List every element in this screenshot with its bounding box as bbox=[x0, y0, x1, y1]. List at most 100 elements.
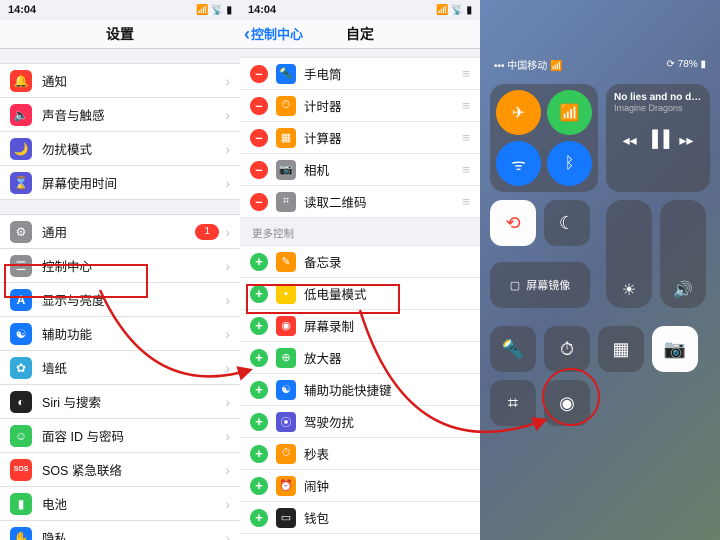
settings-row[interactable]: ☯辅助功能› bbox=[0, 316, 240, 350]
control-row[interactable]: +⊕放大器 bbox=[240, 341, 480, 373]
row-icon: 🌙 bbox=[10, 138, 32, 160]
chevron-icon: › bbox=[225, 141, 230, 157]
brightness-slider[interactable]: ☀ bbox=[606, 200, 652, 308]
remove-button[interactable]: – bbox=[250, 129, 268, 147]
row-icon: 📷 bbox=[276, 160, 296, 180]
row-label: 钱包 bbox=[304, 508, 470, 527]
prev-icon[interactable]: ◂◂ bbox=[623, 132, 637, 149]
chevron-icon: › bbox=[225, 326, 230, 342]
add-button[interactable]: + bbox=[250, 253, 268, 271]
row-icon: ⊕ bbox=[276, 348, 296, 368]
control-row[interactable]: –▦计算器≡ bbox=[240, 121, 480, 153]
row-icon: 🔦 bbox=[276, 64, 296, 84]
add-button[interactable]: + bbox=[250, 509, 268, 527]
control-row[interactable]: +⦿驾驶勿扰 bbox=[240, 405, 480, 437]
settings-row[interactable]: ⌛屏幕使用时间› bbox=[0, 165, 240, 200]
camera[interactable]: 📷 bbox=[652, 326, 698, 372]
settings-row[interactable]: 🔔通知› bbox=[0, 63, 240, 97]
control-row[interactable]: +◐深色模式 bbox=[240, 533, 480, 540]
back-button[interactable]: 控制中心 bbox=[244, 20, 303, 49]
cellular-toggle[interactable]: 📶 bbox=[547, 90, 592, 135]
row-label: 勿扰模式 bbox=[42, 139, 225, 158]
row-label: 通知 bbox=[42, 71, 225, 90]
section-header-more: 更多控制 bbox=[240, 218, 480, 245]
volume-slider[interactable]: 🔊 bbox=[660, 200, 706, 308]
drag-handle-icon[interactable]: ≡ bbox=[462, 162, 470, 177]
row-icon: ⏱ bbox=[276, 96, 296, 116]
row-icon: ⌛ bbox=[10, 172, 32, 194]
control-row[interactable]: –⌗读取二维码≡ bbox=[240, 185, 480, 218]
row-icon: ⏰ bbox=[276, 476, 296, 496]
row-label: 计时器 bbox=[304, 96, 458, 115]
remove-button[interactable]: – bbox=[250, 161, 268, 179]
row-label: 声音与触感 bbox=[42, 105, 225, 124]
status-time: 14:04 bbox=[248, 4, 276, 16]
drag-handle-icon[interactable]: ≡ bbox=[462, 98, 470, 113]
row-icon: ⚙ bbox=[10, 221, 32, 243]
control-row[interactable]: +☯辅助功能快捷键 bbox=[240, 373, 480, 405]
airplane-toggle[interactable]: ✈ bbox=[496, 90, 541, 135]
settings-row[interactable]: ✿墙纸› bbox=[0, 350, 240, 384]
chevron-icon: › bbox=[225, 224, 230, 240]
settings-row[interactable]: A显示与亮度› bbox=[0, 282, 240, 316]
settings-row[interactable]: ✋隐私› bbox=[0, 520, 240, 540]
settings-row[interactable]: ☰控制中心› bbox=[0, 248, 240, 282]
row-label: 辅助功能 bbox=[42, 324, 225, 343]
connectivity-tile[interactable]: ✈ 📶 ᯤ ᛒ bbox=[490, 84, 598, 192]
bluetooth-toggle[interactable]: ᛒ bbox=[547, 141, 592, 186]
control-row[interactable]: –🔦 手电筒 ≡ bbox=[240, 57, 480, 89]
chevron-icon: › bbox=[225, 428, 230, 444]
chevron-icon: › bbox=[225, 292, 230, 308]
control-row[interactable]: +◉屏幕录制 bbox=[240, 309, 480, 341]
customize-pane: 14:04 📶 📡 ▮ 控制中心 自定 –🔦手电筒≡–⏱计时器≡–▦计算器≡–📷… bbox=[240, 0, 480, 540]
row-icon: ▮ bbox=[10, 493, 32, 515]
row-icon: ✋ bbox=[10, 527, 32, 540]
row-label: 屏幕使用时间 bbox=[42, 173, 225, 192]
settings-row[interactable]: SOSSOS 紧急联络› bbox=[0, 452, 240, 486]
add-button[interactable]: + bbox=[250, 445, 268, 463]
settings-row[interactable]: ⚙通用1› bbox=[0, 214, 240, 248]
drag-handle-icon[interactable]: ≡ bbox=[462, 130, 470, 145]
media-tile[interactable]: No lies and no d… Imagine Dragons ◂◂ ▐▐ … bbox=[606, 84, 710, 192]
control-row[interactable]: +⏱秒表 bbox=[240, 437, 480, 469]
qr-scanner[interactable]: ⌗ bbox=[490, 380, 536, 426]
settings-row[interactable]: 🔈声音与触感› bbox=[0, 97, 240, 131]
add-button[interactable]: + bbox=[250, 285, 268, 303]
control-row[interactable]: +▭钱包 bbox=[240, 501, 480, 533]
add-button[interactable]: + bbox=[250, 349, 268, 367]
settings-row[interactable]: 🌙 勿扰模式› bbox=[0, 131, 240, 165]
status-bar: 14:04 📶 📡 ▮ bbox=[240, 0, 480, 20]
control-row[interactable]: +▪低电量模式 bbox=[240, 277, 480, 309]
play-icon[interactable]: ▐▐ bbox=[647, 131, 670, 149]
row-label: 隐私 bbox=[42, 528, 225, 540]
add-button[interactable]: + bbox=[250, 413, 268, 431]
wifi-toggle[interactable]: ᯤ bbox=[496, 141, 541, 186]
orientation-lock[interactable]: ⟲ bbox=[490, 200, 536, 246]
next-icon[interactable]: ▸▸ bbox=[679, 132, 693, 149]
row-label: 驾驶勿扰 bbox=[304, 412, 470, 431]
control-row[interactable]: +✎备忘录 bbox=[240, 245, 480, 277]
flashlight[interactable]: 🔦 bbox=[490, 326, 536, 372]
control-row[interactable]: –⏱ 计时器 ≡ bbox=[240, 89, 480, 121]
do-not-disturb[interactable]: ☾ bbox=[544, 200, 590, 246]
remove-button[interactable]: – bbox=[250, 65, 268, 83]
drag-handle-icon[interactable]: ≡ bbox=[462, 194, 470, 209]
settings-row[interactable]: ☺面容 ID 与密码› bbox=[0, 418, 240, 452]
settings-row[interactable]: ▮电池› bbox=[0, 486, 240, 520]
add-button[interactable]: + bbox=[250, 477, 268, 495]
control-row[interactable]: +⏰闹钟 bbox=[240, 469, 480, 501]
settings-row[interactable]: ◐Siri 与搜索› bbox=[0, 384, 240, 418]
calculator[interactable]: ▦ bbox=[598, 326, 644, 372]
screen-record-button[interactable]: ◉ bbox=[544, 380, 590, 426]
row-icon: ✿ bbox=[10, 357, 32, 379]
add-button[interactable]: + bbox=[250, 381, 268, 399]
control-row[interactable]: –📷相机≡ bbox=[240, 153, 480, 185]
screen-mirroring[interactable]: ▢ 屏幕镜像 bbox=[490, 262, 590, 308]
drag-handle-icon[interactable]: ≡ bbox=[462, 66, 470, 81]
row-icon: ☰ bbox=[10, 255, 32, 277]
remove-button[interactable]: – bbox=[250, 97, 268, 115]
remove-button[interactable]: – bbox=[250, 193, 268, 211]
timer[interactable]: ⏱ bbox=[544, 326, 590, 372]
add-button[interactable]: + bbox=[250, 317, 268, 335]
row-label: 手电筒 bbox=[304, 64, 458, 83]
